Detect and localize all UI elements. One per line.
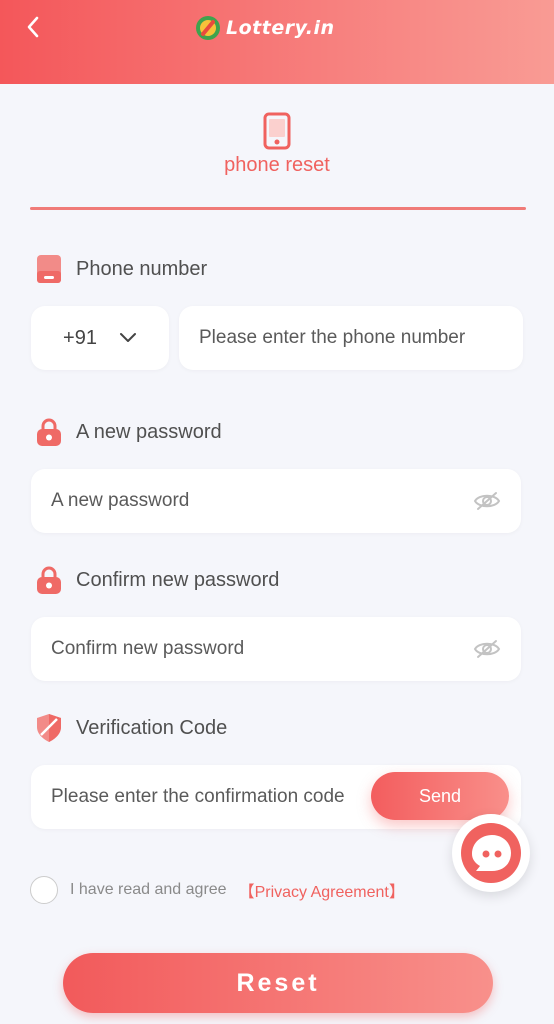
phone-number-label: Phone number [34, 254, 207, 284]
phone-number-input[interactable]: Please enter the phone number [179, 306, 523, 370]
tab-phone-reset[interactable]: phone reset [0, 112, 554, 177]
privacy-agreement-link[interactable]: 【Privacy Agreement】 [239, 878, 405, 902]
eye-off-icon[interactable] [473, 490, 501, 512]
tab-underline [30, 207, 526, 210]
tab-label: phone reset [224, 154, 330, 176]
new-password-input[interactable]: A new password [31, 469, 521, 533]
lock-icon [34, 565, 64, 595]
logo-text: Lottery.in [226, 17, 335, 39]
phone-number-placeholder: Please enter the phone number [199, 327, 466, 348]
top-header: Lottery.in [0, 0, 554, 84]
chat-icon [461, 823, 521, 883]
app-logo: Lottery.in [194, 12, 334, 44]
chevron-down-icon [119, 333, 136, 342]
verification-code-label-text: Verification Code [76, 716, 228, 739]
eye-off-icon[interactable] [473, 638, 501, 660]
verification-code-placeholder: Please enter the confirmation code [51, 786, 345, 807]
send-code-button[interactable]: Send [371, 772, 509, 820]
new-password-placeholder: A new password [51, 490, 190, 511]
reset-button[interactable]: Reset [63, 953, 493, 1013]
shield-icon [34, 713, 64, 743]
phone-label-icon [34, 254, 64, 284]
new-password-label: A new password [34, 417, 222, 447]
confirm-password-input[interactable]: Confirm new password [31, 617, 521, 681]
country-code-value: +91 [63, 326, 97, 349]
lottery-logo-icon [196, 16, 220, 40]
chevron-left-icon [27, 16, 39, 38]
new-password-label-text: A new password [76, 420, 222, 443]
lock-icon [34, 417, 64, 447]
phone-number-label-text: Phone number [76, 257, 208, 280]
back-button[interactable] [18, 12, 48, 42]
customer-service-button[interactable] [452, 814, 530, 892]
confirm-password-placeholder: Confirm new password [51, 638, 245, 659]
agreement-row: I have read and agree 【Privacy Agreement… [30, 876, 405, 904]
confirm-password-label-text: Confirm new password [76, 568, 280, 591]
confirm-password-label: Confirm new password [34, 565, 279, 595]
agree-checkbox[interactable] [30, 876, 58, 904]
verification-code-label: Verification Code [34, 713, 227, 743]
country-code-select[interactable]: +91 [31, 306, 169, 370]
agreement-text: I have read and agree [70, 881, 227, 898]
phone-icon [263, 112, 291, 150]
